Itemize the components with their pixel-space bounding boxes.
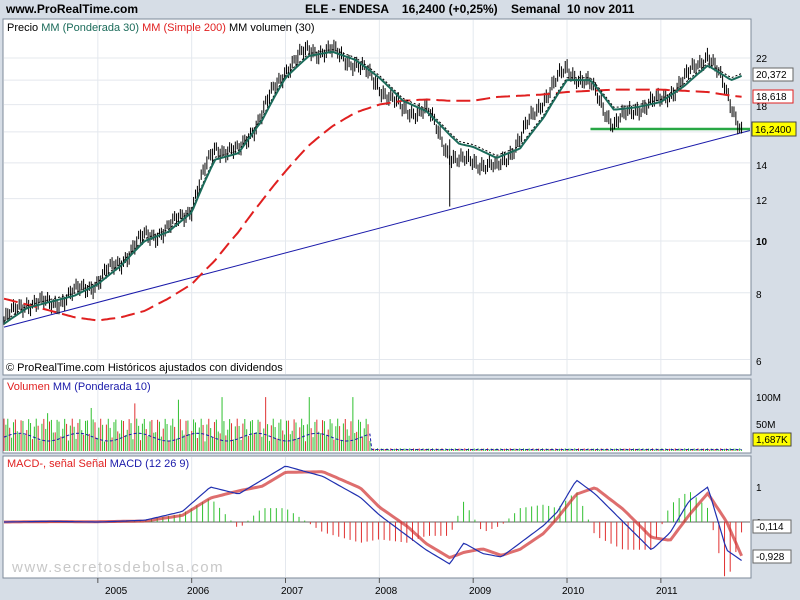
macd-value-label: -0,114 [756,522,784,533]
y-tick-22: 22 [756,54,768,65]
vol-tick-50m: 50M [756,420,775,431]
x-axis: 2005 2006 2007 2008 2009 2010 2011 [105,586,678,597]
x-label-2008: 2008 [375,586,398,597]
legend-macd: MACD (12 26 9) [110,458,189,470]
watermark: www.secretosdebolsa.com [11,559,224,576]
legend-price: Precio [7,22,38,34]
vol-tick-100m: 100M [756,393,781,404]
vol-last-label: 1,687K [756,435,788,446]
y-tick-6: 6 [756,357,762,368]
x-label-2006: 2006 [187,586,210,597]
x-label-2005: 2005 [105,586,128,597]
y-tick-18: 18 [756,102,768,113]
x-label-2011: 2011 [656,586,678,597]
sma-value-label: 18,618 [756,92,787,103]
macd-legend: MACD-, señal Señal MACD (12 26 9) [7,458,189,470]
legend-vol-ma: MM volumen (30) [229,22,315,34]
x-label-2009: 2009 [469,586,492,597]
chart-svg: Precio MM (Ponderada 30) MM (Simple 200)… [2,18,797,597]
volume-legend: Volumen MM (Ponderada 10) [7,381,151,393]
legend-wma: MM (Ponderada 30) [41,22,139,34]
y-tick-10: 10 [756,237,768,248]
signal-value-label: -0,928 [756,552,785,563]
footer-note: © ProRealTime.com Históricos ajustados c… [6,362,283,374]
wma-value-label: 20,372 [756,70,787,81]
main-legend: Precio MM (Ponderada 30) MM (Simple 200)… [7,22,315,34]
main-panel[interactable] [2,18,752,376]
x-label-2007: 2007 [281,586,304,597]
macd-tick-1: 1 [756,483,762,494]
last-price-label: 16,2400 [755,125,792,136]
y-tick-8: 8 [756,290,762,301]
legend-volume: Volumen [7,381,50,393]
legend-volume-ma: MM (Ponderada 10) [53,381,151,393]
legend-sma: MM (Simple 200) [142,22,226,34]
y-tick-12: 12 [756,196,768,207]
y-tick-14: 14 [756,161,768,172]
x-label-2010: 2010 [562,586,585,597]
legend-macd-signal: MACD-, señal Señal [7,458,107,470]
